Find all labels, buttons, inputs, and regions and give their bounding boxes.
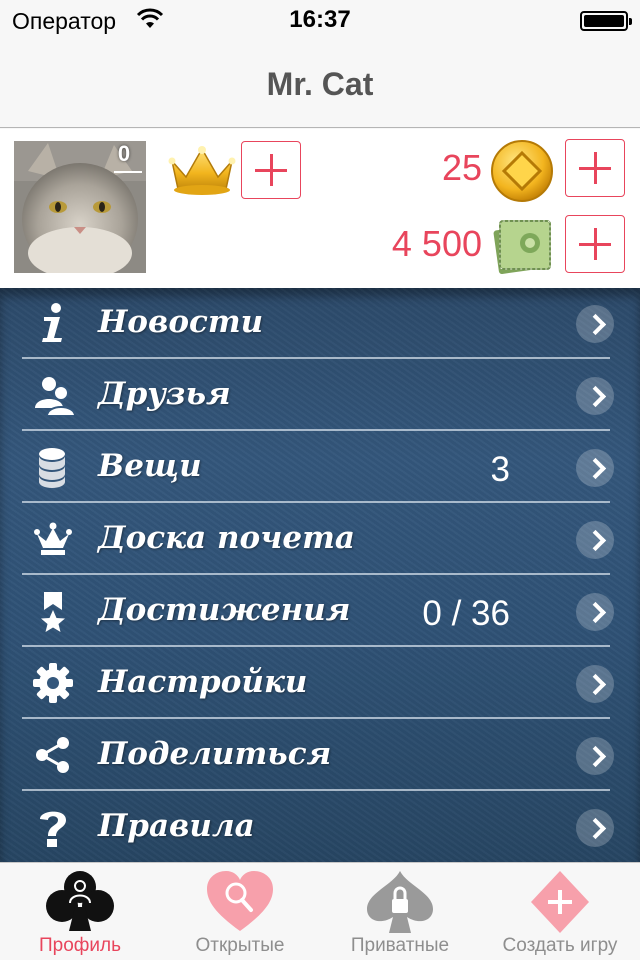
chevron-right-icon (576, 449, 614, 487)
friends-icon (35, 377, 74, 416)
money-balance: 4 500 (391, 223, 482, 264)
menu-item-leaderboard[interactable]: Доска почета (0, 504, 640, 576)
gold-coin-icon (491, 140, 553, 202)
share-icon (36, 737, 69, 773)
battery-icon (580, 11, 632, 31)
divider (22, 429, 610, 431)
menu-item-news[interactable]: Новости (0, 288, 640, 360)
tab-label: Создать игру (502, 935, 618, 956)
chevron-right-icon (576, 377, 614, 415)
club-profile-icon (46, 871, 114, 931)
divider (22, 789, 610, 791)
menu-item-friends[interactable]: Друзья (0, 360, 640, 432)
status-time: 16:37 (289, 6, 351, 33)
menu-item-label: Настройки (98, 664, 308, 700)
diamond-plus-icon (531, 871, 589, 933)
menu-item-label: Друзья (98, 376, 231, 412)
level-underline (114, 171, 142, 173)
menu-item-rules[interactable]: Правила (0, 792, 640, 862)
chevron-right-icon (576, 593, 614, 631)
menu-item-label: Поделиться (98, 736, 332, 772)
menu-item-label: Доска почета (98, 520, 355, 556)
medal-icon (41, 592, 65, 632)
tab-open-games[interactable]: Открытые (160, 863, 320, 960)
add-money-button[interactable] (565, 215, 625, 273)
status-bar: Оператор 16:37 (0, 0, 640, 40)
question-icon (40, 811, 66, 847)
tab-private-games[interactable]: Приватные (320, 863, 480, 960)
divider (22, 573, 610, 575)
menu-item-label: Вещи (98, 448, 202, 484)
crown-icon (168, 146, 236, 195)
spade-lock-icon (367, 871, 433, 933)
add-vip-button[interactable] (241, 141, 301, 199)
menu-item-share[interactable]: Поделиться (0, 720, 640, 792)
tab-label: Открытые (195, 935, 285, 956)
tab-create-game[interactable]: Создать игру (480, 863, 640, 960)
tab-label: Профиль (38, 935, 122, 956)
crown-icon (34, 522, 72, 555)
menu-item-label: Правила (98, 808, 255, 844)
tab-profile[interactable]: Профиль (0, 863, 160, 960)
divider (22, 645, 610, 647)
level-badge: 0 (117, 141, 131, 166)
heart-search-icon (207, 871, 273, 931)
page-title: Mr. Cat (266, 66, 374, 102)
tab-bar: Профиль Открытые Приватные Создать игру (0, 862, 640, 960)
chevron-right-icon (576, 521, 614, 559)
chevron-right-icon (576, 809, 614, 847)
add-coins-button[interactable] (565, 139, 625, 197)
menu-item-achievements[interactable]: Достижения 0 / 36 (0, 576, 640, 648)
tab-label: Приватные (350, 935, 450, 956)
divider (22, 501, 610, 503)
banknotes-icon (493, 220, 551, 275)
menu-item-label: Достижения (98, 592, 351, 628)
divider (22, 357, 610, 359)
main-menu: Новости Друзья Вещи 3 Доска почета Дости… (0, 288, 640, 862)
coins-stack-icon (39, 448, 65, 488)
items-count: 3 (490, 450, 510, 489)
coins-balance: 25 (441, 147, 482, 188)
gear-icon (33, 663, 73, 703)
chevron-right-icon (576, 665, 614, 703)
chevron-right-icon (576, 737, 614, 775)
profile-header: 0 25 4 500 (0, 129, 640, 288)
navigation-bar: Mr. Cat (0, 40, 640, 128)
menu-item-settings[interactable]: Настройки (0, 648, 640, 720)
divider (22, 717, 610, 719)
info-icon (42, 303, 62, 342)
menu-item-items[interactable]: Вещи 3 (0, 432, 640, 504)
menu-item-label: Новости (98, 304, 264, 340)
achievements-progress: 0 / 36 (422, 594, 510, 633)
chevron-right-icon (576, 305, 614, 343)
